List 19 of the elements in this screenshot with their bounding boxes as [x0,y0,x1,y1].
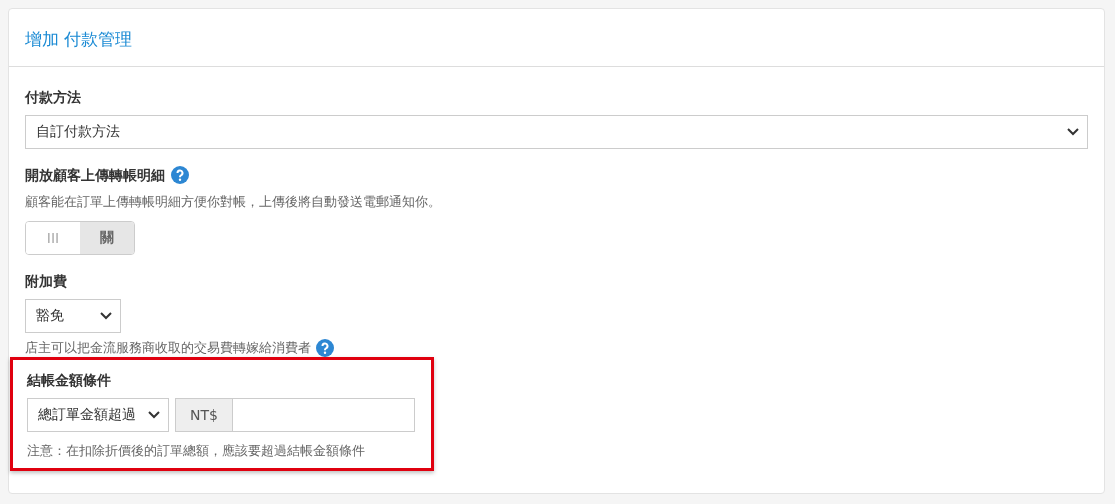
field-label: 結帳金額條件 [27,371,111,390]
amount-input[interactable] [233,398,415,432]
note-text: 注意：在扣除折價後的訂單總額，應該要超過結帳金額條件 [27,443,365,458]
field-label: 開放顧客上傳轉帳明細 [25,166,165,185]
condition-select[interactable]: 總訂單金額超過 [27,398,169,432]
help-icon[interactable] [171,166,189,184]
chevron-down-icon [148,411,160,419]
toggle-option[interactable]: 關 [80,222,134,254]
chevron-down-icon [100,312,112,320]
surcharge-select[interactable]: 豁免 [25,299,121,333]
help-icon[interactable] [316,339,334,357]
payment-method-select[interactable]: 自訂付款方法 [25,115,1088,149]
help-text: 顧客能在訂單上傳轉帳明細方便你對帳，上傳後將自動發送電郵通知你。 [25,193,442,211]
chevron-down-icon [1067,128,1079,136]
field-label: 付款方法 [25,88,82,107]
help-text: 店主可以把金流服務商收取的交易費轉嫁給消費者 [25,339,311,357]
currency-addon: NT$ [175,398,233,432]
page-title: 增加 付款管理 [25,28,133,51]
field-label: 附加費 [25,272,68,291]
